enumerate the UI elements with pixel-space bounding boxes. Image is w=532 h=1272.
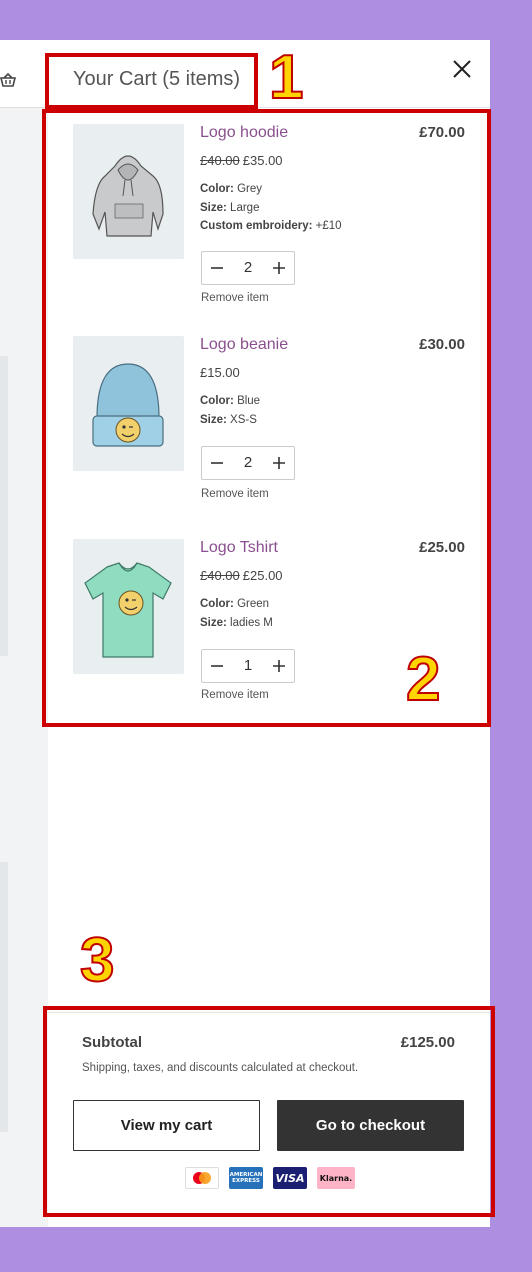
- background-header: [0, 40, 48, 108]
- annotation-number: 3: [79, 926, 116, 995]
- annotation-number: 1: [268, 43, 305, 112]
- annotation-box-footer: [43, 1006, 495, 1217]
- close-icon[interactable]: [450, 57, 474, 81]
- annotation-number: 2: [405, 645, 442, 714]
- background-product-card: [0, 862, 8, 1132]
- basket-icon[interactable]: [0, 73, 16, 87]
- annotation-box-items: [42, 109, 491, 727]
- background-product-card: [0, 356, 8, 656]
- background-page: [0, 40, 48, 1227]
- annotation-box-header: [45, 53, 258, 109]
